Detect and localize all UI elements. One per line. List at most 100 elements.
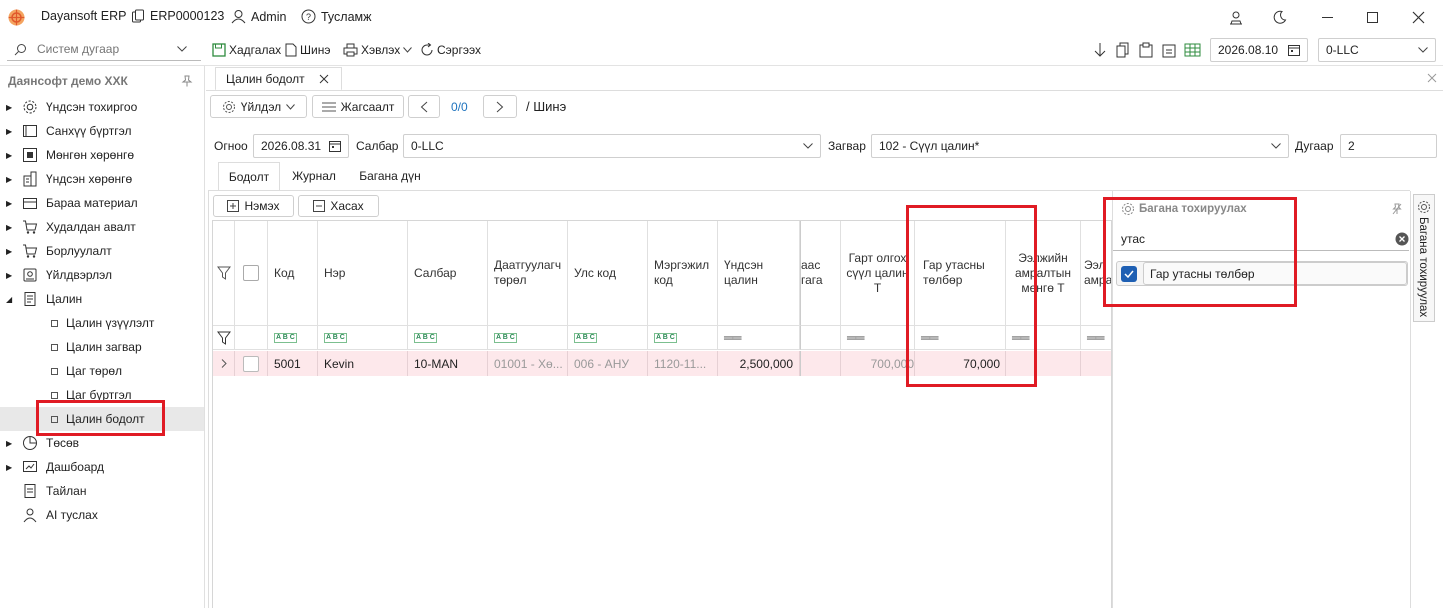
filter-name[interactable]: A B C [318,326,408,350]
expand-arrow-icon[interactable]: ▶ [6,103,12,112]
database-selector[interactable]: ERP0000123 [131,9,224,23]
moon-icon[interactable] [1272,10,1287,25]
notification-person-icon[interactable] [1228,10,1244,26]
filter-code[interactable]: A B C [268,326,318,350]
pin-icon[interactable] [181,75,193,87]
column-header-branch[interactable]: Салбар [408,221,488,326]
filter-country-code[interactable]: A B C [568,326,648,350]
unpin-icon[interactable] [1392,203,1402,215]
cell-name[interactable]: Kevin [318,351,408,376]
expand-row-cell[interactable] [213,351,235,376]
column-header-net-final-salary[interactable]: Гарт олгох сүүл цалин Т [841,221,915,326]
close-icon[interactable] [1412,11,1425,24]
expand-arrow-icon[interactable]: ▶ [6,463,12,472]
expand-arrow-icon[interactable]: ▶ [6,199,12,208]
cell-country-code[interactable]: 006 - АНУ [568,351,648,376]
filter-vacation-partial[interactable]: ══ [1081,326,1111,350]
excel-export-icon[interactable] [1184,43,1201,57]
expand-arrow-icon[interactable]: ▶ [6,271,12,280]
filter-net-final-salary[interactable]: ══ [841,326,915,350]
sidebar-item-after-2[interactable]: Тайлан [0,479,204,503]
expand-arrow-icon[interactable]: ▶ [6,247,12,256]
filter-profession-code[interactable]: A B C [648,326,718,350]
column-header-country-code[interactable]: Улс код [568,221,648,326]
sidebar-item-after-1[interactable]: ▶ Дашбоард [0,455,204,479]
column-header-phone-fee[interactable]: Гар утасны төлбөр [915,221,1006,326]
collapse-arrow-icon[interactable]: ◢ [6,295,12,304]
cell-partial[interactable] [800,351,841,376]
date-field[interactable]: 2026.08.31 [253,134,349,158]
cell-vacation-pay[interactable] [1006,351,1081,376]
sidebar-item-2[interactable]: ▶ Мөнгөн хөрөнгө [0,143,204,167]
select-all-checkbox[interactable] [243,265,259,281]
cell-base-salary[interactable]: 2,500,000 [718,351,800,376]
cell-net-final-salary[interactable]: 700,000 [841,351,915,376]
column-header-vacation-pay[interactable]: Ээлжийн амралтын мөнгө Т [1006,221,1081,326]
sidebar-child-2[interactable]: Цаг төрөл [0,359,204,383]
filter-partial[interactable] [800,326,841,350]
clear-search-icon[interactable] [1395,232,1409,246]
tab-column-total[interactable]: Багана дүн [351,162,429,190]
column-search-field[interactable]: утас [1113,227,1409,251]
branch-select[interactable]: 0-LLC [403,134,821,158]
expand-arrow-icon[interactable]: ▶ [6,127,12,136]
tab-journal[interactable]: Журнал [284,162,344,190]
work-date-field[interactable]: 2026.08.10 [1210,38,1308,62]
paste-icon[interactable] [1139,42,1153,58]
column-chooser-side-tab[interactable]: Багана тохируулах [1413,194,1435,322]
cell-insured-type[interactable]: 01001 - Хө... [488,351,568,376]
sidebar-item-4[interactable]: ▶ Бараа материал [0,191,204,215]
close-all-tabs-icon[interactable] [1427,73,1437,83]
sidebar-child-3[interactable]: Цаг бүртгэл [0,383,204,407]
copy-icon[interactable] [1116,42,1130,58]
number-field[interactable]: 2 [1340,134,1437,158]
save-button[interactable]: Хадгалах [212,40,281,60]
sidebar-item-after-3[interactable]: AI туслах [0,503,204,527]
column-header-base-salary[interactable]: Үндсэн цалин [718,221,800,326]
cell-code[interactable]: 5001 [268,351,318,376]
clipboard-icon[interactable] [1162,42,1176,58]
column-header-code[interactable]: Код [268,221,318,326]
sidebar-item-6[interactable]: ▶ Борлуулалт [0,239,204,263]
refresh-button[interactable]: Сэргээх [420,40,481,60]
filter-phone-fee[interactable]: ══ [915,326,1006,350]
column-header-partial[interactable]: аас гага [800,221,841,326]
user-menu[interactable]: Admin [231,9,286,24]
next-button[interactable] [483,95,517,118]
filter-vacation-pay[interactable]: ══ [1006,326,1081,350]
cell-vacation-partial[interactable] [1081,351,1111,376]
expand-arrow-icon[interactable]: ▶ [6,223,12,232]
download-icon[interactable] [1093,42,1107,58]
minimize-icon[interactable] [1322,17,1334,19]
remove-row-button[interactable]: Хасах [298,195,379,217]
filter-base-salary[interactable]: ══ [718,326,800,350]
column-header-vacation-partial[interactable]: Ээл амра [1081,221,1111,326]
filter-icon[interactable] [216,331,231,345]
template-select[interactable]: 102 - Сүүл цалин* [871,134,1289,158]
document-tab[interactable]: Цалин бодолт [215,67,342,91]
expand-arrow-icon[interactable]: ▶ [6,439,12,448]
tab-calculation[interactable]: Бодолт [218,162,280,190]
expand-arrow-icon[interactable]: ▶ [6,151,12,160]
sidebar-item-after-0[interactable]: ▶ Төсөв [0,431,204,455]
operation-button[interactable]: Үйлдэл [210,95,307,118]
system-search[interactable] [7,38,201,61]
sidebar-item-3[interactable]: ▶ Үндсэн хөрөнгө [0,167,204,191]
cell-profession-code[interactable]: 1120-11... [648,351,718,376]
calendar-icon[interactable] [1288,44,1300,56]
close-tab-icon[interactable] [319,74,329,84]
list-button[interactable]: Жагсаалт [312,95,404,118]
expand-arrow-icon[interactable]: ▶ [6,175,12,184]
sidebar-child-1[interactable]: Цалин загвар [0,335,204,359]
filter-insured-type[interactable]: A B C [488,326,568,350]
sidebar-item-8[interactable]: ◢ Цалин [0,287,204,311]
calendar-icon[interactable] [329,140,341,152]
system-search-input[interactable] [37,42,177,56]
add-row-button[interactable]: Нэмэх [213,195,294,217]
column-header-profession-code[interactable]: Мэргэжил код [648,221,718,326]
help-menu[interactable]: ? Тусламж [301,9,372,24]
sidebar-child-0[interactable]: Цалин үзүүлэлт [0,311,204,335]
company-select[interactable]: 0-LLC [1318,38,1436,62]
column-header-insured-type[interactable]: Даатгуулагч төрөл [488,221,568,326]
sidebar-item-5[interactable]: ▶ Худалдан авалт [0,215,204,239]
